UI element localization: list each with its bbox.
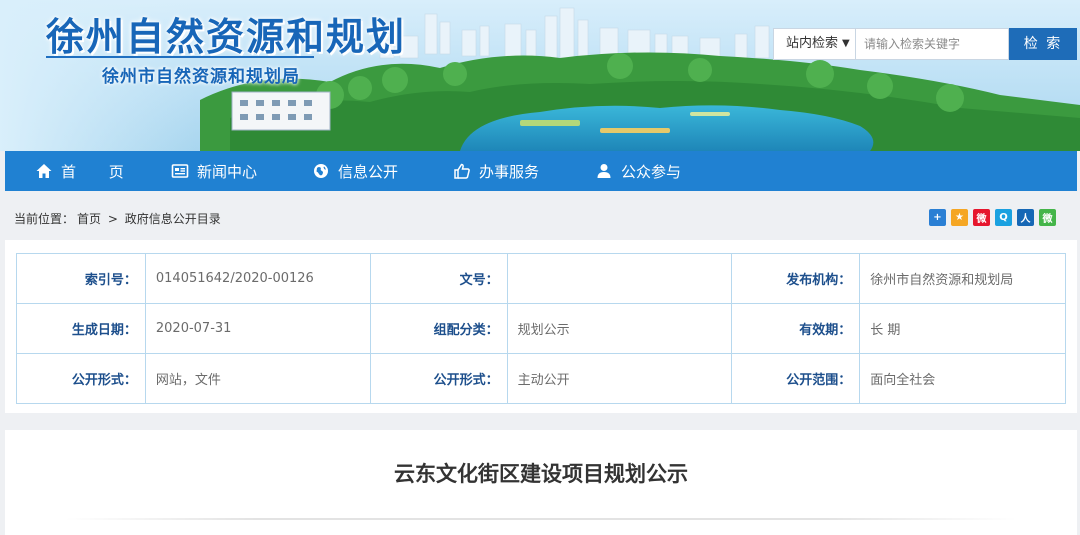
nav-item-home[interactable]: 首 页: [35, 151, 138, 191]
search-bar: 站内检索 ▼ 检 索: [773, 28, 1077, 60]
nav-label-news: 新闻中心: [197, 162, 258, 181]
nav-item-public[interactable]: 公众参与: [595, 151, 681, 191]
share-more-icon[interactable]: +: [929, 209, 946, 226]
search-input[interactable]: [855, 28, 1009, 60]
chevron-down-icon: ▼: [842, 38, 850, 49]
home-icon: [35, 162, 53, 180]
article-panel: 云东文化街区建设项目规划公示: [5, 430, 1077, 535]
share-renren-icon[interactable]: 人: [1017, 209, 1034, 226]
search-scope-label: 站内检索: [786, 36, 839, 51]
document-number-value: [506, 253, 733, 304]
title-divider: [65, 518, 1017, 520]
nav-item-news[interactable]: 新闻中心: [171, 151, 257, 191]
newspaper-icon: [171, 162, 189, 180]
category-value: 规划公示: [506, 303, 733, 354]
info-panel: 索引号： 014051642/2020-00126 文号： 发布机构： 徐州市自…: [5, 240, 1077, 413]
category-label: 组配分类：: [369, 303, 508, 354]
breadcrumb: 当前位置： 首页 > 政府信息公开目录: [14, 210, 224, 227]
user-icon: [595, 162, 613, 180]
thumbs-up-icon: [453, 162, 471, 180]
table-row: 生成日期： 2020-07-31 组配分类： 规划公示 有效期： 长 期: [16, 303, 1066, 354]
header-banner: 徐州自然资源和规划 徐州市自然资源和规划局 站内检索 ▼ 检 索: [0, 0, 1080, 151]
document-number-label: 文号：: [369, 253, 508, 304]
globe-icon: [312, 162, 330, 180]
share-wechat-icon[interactable]: 微: [1039, 209, 1056, 226]
publisher-value: 徐州市自然资源和规划局: [859, 253, 1066, 304]
share-toolbar: + ★ 微 Q 人微: [929, 209, 1061, 227]
site-subtitle: 徐州市自然资源和规划局: [102, 67, 300, 87]
validity-label: 有效期：: [731, 303, 861, 354]
search-button[interactable]: 检 索: [1009, 28, 1077, 60]
share-qzone-icon[interactable]: ★: [951, 209, 968, 226]
index-number-label: 索引号：: [16, 253, 146, 304]
site-title[interactable]: 徐州自然资源和规划: [46, 6, 406, 61]
info-table: 索引号： 014051642/2020-00126 文号： 发布机构： 徐州市自…: [16, 253, 1066, 404]
breadcrumb-separator: >: [107, 212, 118, 226]
validity-value: 长 期: [859, 303, 1066, 354]
title-underline: [46, 56, 314, 58]
table-row: 公开形式： 网站，文件 公开形式： 主动公开 公开范围： 面向全社会: [16, 353, 1066, 404]
nav-label-info: 信息公开: [338, 162, 399, 181]
disclosure-scope-label: 公开范围：: [731, 353, 861, 404]
disclosure-method-label: 公开形式：: [369, 353, 508, 404]
breadcrumb-prefix: 当前位置：: [14, 212, 75, 226]
publisher-label: 发布机构：: [731, 253, 861, 304]
main-nav: 首 页 新闻中心 信息公开 办事服务 公众参与: [5, 151, 1077, 191]
disclosure-method-value: 主动公开: [506, 353, 733, 404]
disclosure-scope-value: 面向全社会: [859, 353, 1066, 404]
breadcrumb-home[interactable]: 首页: [77, 212, 101, 226]
article-title: 云东文化街区建设项目规划公示: [394, 462, 688, 486]
created-date-label: 生成日期：: [16, 303, 146, 354]
nav-label-home: 首 页: [61, 162, 138, 181]
breadcrumb-directory[interactable]: 政府信息公开目录: [125, 212, 221, 226]
created-date-value: 2020-07-31: [144, 303, 371, 354]
nav-label-public: 公众参与: [621, 162, 682, 181]
disclosure-form-value: 网站，文件: [144, 353, 371, 404]
nav-label-services: 办事服务: [479, 162, 540, 181]
search-scope-select[interactable]: 站内检索 ▼: [773, 28, 856, 60]
index-number-value: 014051642/2020-00126: [144, 253, 371, 304]
table-row: 索引号： 014051642/2020-00126 文号： 发布机构： 徐州市自…: [16, 253, 1066, 304]
disclosure-form-label: 公开形式：: [16, 353, 146, 404]
share-weibo-icon[interactable]: 微: [973, 209, 990, 226]
nav-item-info[interactable]: 信息公开: [312, 151, 398, 191]
share-qq-icon[interactable]: Q: [995, 209, 1012, 226]
nav-item-services[interactable]: 办事服务: [453, 151, 539, 191]
